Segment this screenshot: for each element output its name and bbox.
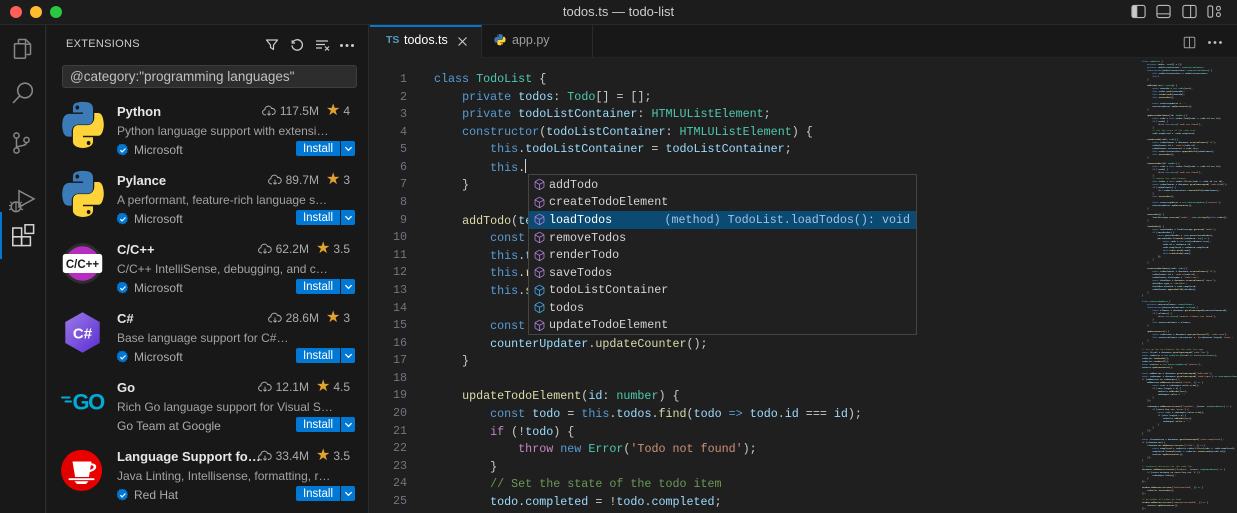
- svg-text:C#: C#: [73, 326, 93, 343]
- svg-text:C/C++: C/C++: [66, 259, 100, 271]
- svg-text:GO: GO: [73, 391, 106, 414]
